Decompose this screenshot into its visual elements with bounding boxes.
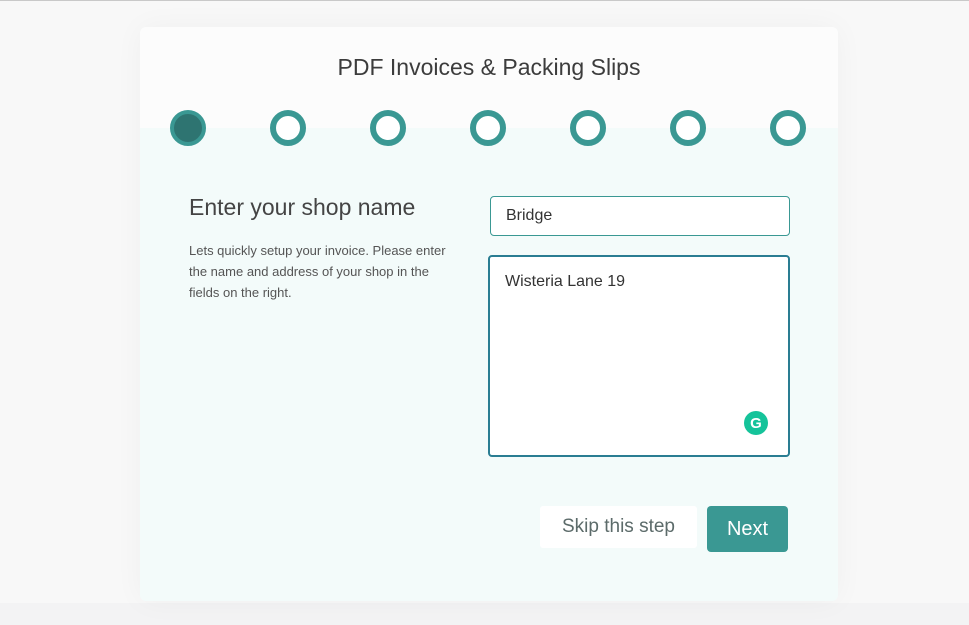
step-3-dot[interactable] — [370, 110, 406, 146]
wizard-title: PDF Invoices & Packing Slips — [337, 54, 641, 80]
step-heading: Enter your shop name — [189, 194, 416, 220]
step-7-dot[interactable] — [770, 110, 806, 146]
step-description: Lets quickly setup your invoice. Please … — [189, 243, 446, 300]
step-2-dot[interactable] — [270, 110, 306, 146]
window-top-border — [0, 0, 969, 1]
step-4-dot[interactable] — [470, 110, 506, 146]
step-indicator — [170, 110, 806, 146]
shop-name-input[interactable] — [490, 196, 790, 236]
shop-address-field: Wisteria Lane 19 G — [488, 255, 790, 457]
step-5-dot[interactable] — [570, 110, 606, 146]
page-bottom-band — [0, 603, 969, 625]
setup-wizard-card: PDF Invoices & Packing Slips Enter your … — [140, 27, 838, 601]
step-6-dot[interactable] — [670, 110, 706, 146]
next-button[interactable]: Next — [707, 506, 788, 552]
skip-step-button[interactable]: Skip this step — [540, 506, 697, 548]
grammarly-icon[interactable]: G — [744, 411, 768, 435]
step-1-dot[interactable] — [170, 110, 206, 146]
